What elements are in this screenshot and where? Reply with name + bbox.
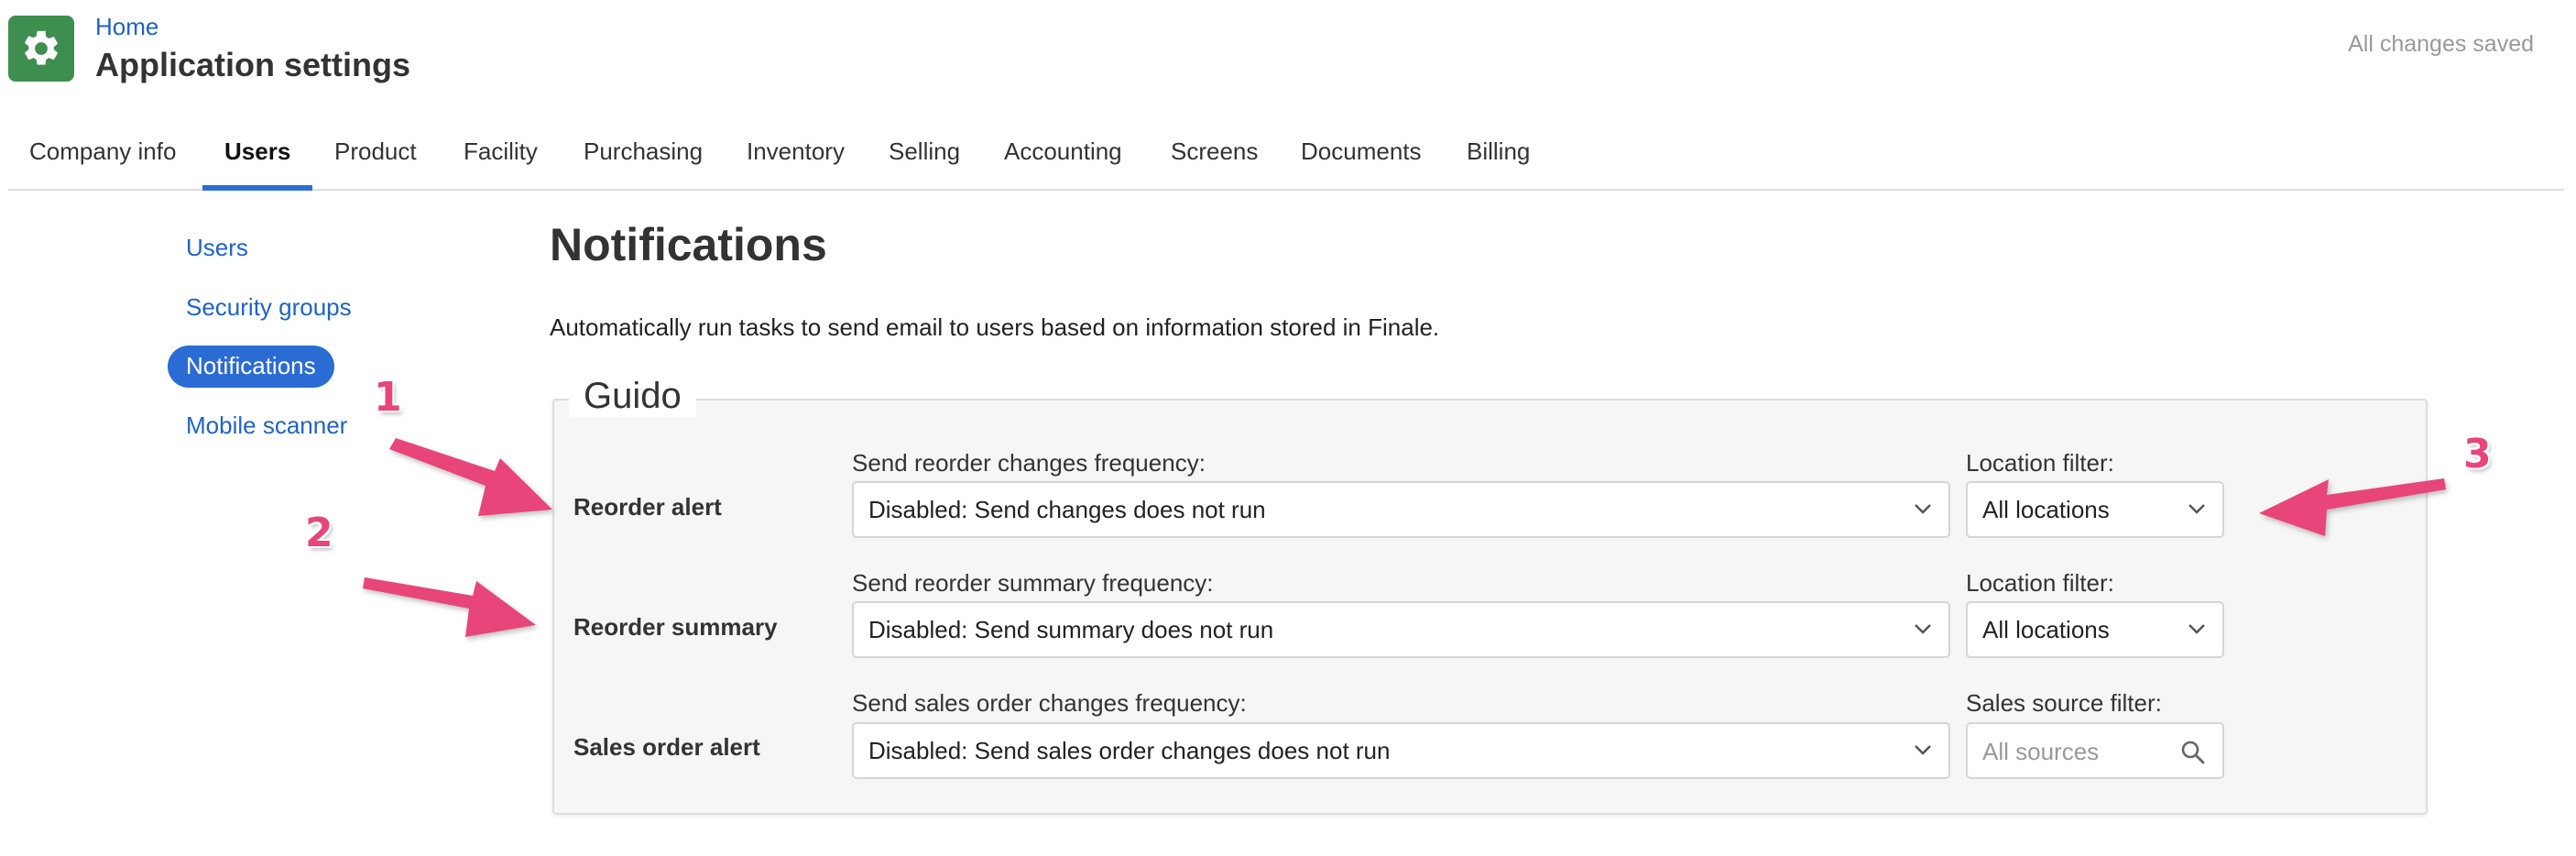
group-legend: Guido — [569, 376, 696, 417]
field-label: Location filter: — [1966, 449, 2114, 477]
section-description: Automatically run tasks to send email to… — [550, 313, 1440, 341]
reorder-alert-frequency-select[interactable]: Disabled: Send changes does not run — [852, 481, 1950, 538]
annotation-number-2: 2 — [305, 510, 333, 556]
field-label: Send sales order changes frequency: — [852, 689, 1247, 717]
search-icon[interactable] — [2180, 740, 2206, 765]
field-label: Sales source filter: — [1966, 689, 2162, 717]
row-label-reorder-alert: Reorder alert — [573, 493, 722, 521]
select-value: Disabled: Send sales order changes does … — [868, 737, 1391, 764]
chevron-down-icon — [2189, 624, 2205, 634]
tab-screens[interactable]: Screens — [1171, 137, 1258, 185]
select-value: All locations — [1982, 496, 2110, 523]
tab-facility[interactable]: Facility — [464, 137, 538, 185]
chevron-down-icon — [2189, 504, 2205, 514]
reorder-summary-frequency-select[interactable]: Disabled: Send summary does not run — [852, 601, 1950, 658]
field-label: Location filter: — [1966, 569, 2114, 597]
sales-order-alert-frequency-select[interactable]: Disabled: Send sales order changes does … — [852, 722, 1950, 779]
row-label-sales-order-alert: Sales order alert — [573, 733, 760, 761]
tab-purchasing[interactable]: Purchasing — [584, 137, 703, 185]
tab-company-info[interactable]: Company info — [29, 137, 176, 185]
select-value: All locations — [1982, 616, 2110, 643]
tab-bar: Company info Users Product Facility Purc… — [8, 125, 2564, 191]
sidebar-item-users[interactable]: Users — [186, 234, 248, 262]
section-title: Notifications — [550, 219, 827, 270]
field-label: Send reorder summary frequency: — [852, 569, 1214, 597]
chevron-down-icon — [1915, 624, 1931, 634]
tab-documents[interactable]: Documents — [1301, 137, 1422, 185]
tab-inventory[interactable]: Inventory — [747, 137, 845, 185]
sidebar-item-notifications[interactable]: Notifications — [168, 346, 334, 388]
tab-billing[interactable]: Billing — [1467, 137, 1530, 185]
sidebar-item-security-groups[interactable]: Security groups — [186, 293, 352, 322]
app-logo — [8, 16, 74, 82]
sales-source-search-input[interactable] — [1981, 733, 2167, 770]
tab-product[interactable]: Product — [334, 137, 417, 185]
reorder-alert-location-select[interactable]: All locations — [1966, 481, 2224, 538]
gear-icon — [25, 30, 58, 65]
reorder-summary-location-select[interactable]: All locations — [1966, 601, 2224, 658]
annotation-arrow-2 — [363, 577, 536, 637]
save-status: All changes saved — [2348, 31, 2534, 57]
annotation-number-1: 1 — [374, 374, 402, 421]
chevron-down-icon — [1915, 504, 1931, 514]
row-label-reorder-summary: Reorder summary — [573, 613, 778, 641]
annotation-number-3: 3 — [2463, 431, 2492, 477]
tab-accounting[interactable]: Accounting — [1004, 137, 1122, 185]
select-value: Disabled: Send changes does not run — [868, 496, 1266, 523]
chevron-down-icon — [1915, 745, 1931, 755]
sidebar-item-mobile-scanner[interactable]: Mobile scanner — [186, 412, 347, 440]
tab-selling[interactable]: Selling — [889, 137, 960, 185]
select-value: Disabled: Send summary does not run — [868, 616, 1274, 643]
sales-source-filter — [1966, 722, 2224, 779]
page-title: Application settings — [95, 46, 411, 83]
field-label: Send reorder changes frequency: — [852, 449, 1206, 477]
tab-users[interactable]: Users — [202, 137, 313, 191]
annotation-arrow-1 — [389, 438, 552, 516]
breadcrumb-home[interactable]: Home — [95, 13, 158, 41]
